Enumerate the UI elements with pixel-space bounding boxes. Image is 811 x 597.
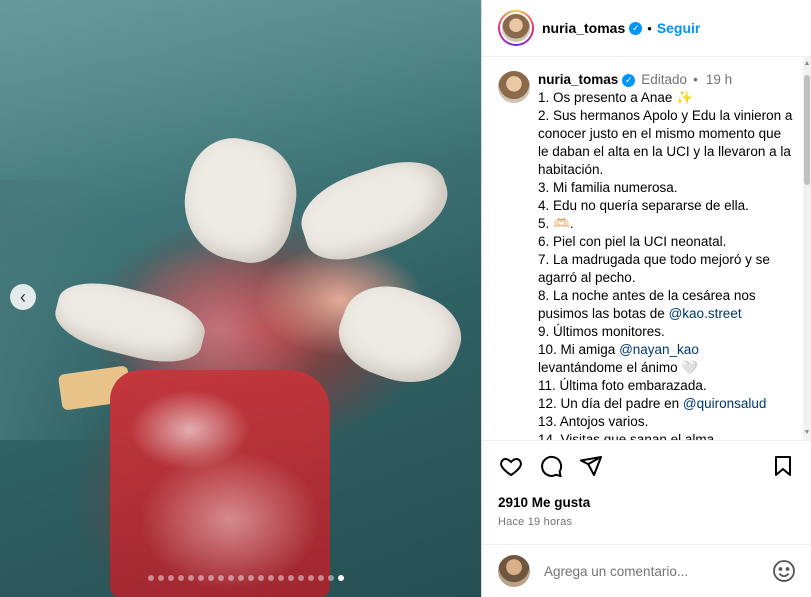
caption-meta: nuria_tomas ✓ Editado • 19 h — [538, 71, 795, 89]
caption-scroll-area[interactable]: nuria_tomas ✓ Editado • 19 h 1. Os prese… — [482, 57, 811, 440]
caption-line: 2. Sus hermanos Apolo y Edu la vinieron … — [538, 108, 793, 177]
caption-text: 12. Un día del padre en — [538, 396, 680, 411]
mention-link[interactable]: @nayan_kao — [619, 342, 699, 357]
caption-line: 4. Edu no quería separarse de ella. — [538, 198, 749, 213]
scrollbar-thumb[interactable] — [804, 75, 810, 185]
carousel-indicator — [0, 575, 481, 581]
media-glove — [328, 272, 472, 398]
carousel-dot — [207, 575, 214, 581]
carousel-dot — [287, 575, 294, 581]
carousel-dot — [237, 575, 244, 581]
carousel-dot — [277, 575, 284, 581]
caption-line: 6. Piel con piel la UCI neonatal. — [538, 234, 727, 249]
mention-link[interactable]: @quironsalud — [683, 396, 767, 411]
caption-line: 3. Mi familia numerosa. — [538, 180, 678, 195]
carousel-dot — [217, 575, 224, 581]
post-actions: 2910 Me gusta Hace 19 horas — [482, 440, 811, 544]
current-user-avatar — [498, 555, 530, 587]
caption-line: 14. Visitas que sanan el alma. — [538, 432, 718, 440]
carousel-dot — [157, 575, 164, 581]
header-separator: • — [647, 20, 652, 36]
carousel-dot — [297, 575, 304, 581]
caption-line: 10. Mi amiga @nayan_kao — [538, 341, 795, 359]
caption-line: 13. Antojos varios. — [538, 414, 649, 429]
caption: nuria_tomas ✓ Editado • 19 h 1. Os prese… — [498, 71, 795, 440]
comment-icon[interactable] — [538, 453, 564, 479]
post-time: Hace 19 horas — [498, 516, 573, 528]
carousel-dot — [337, 575, 344, 581]
caption-line: 7. La madrugada que todo mejoró y se aga… — [538, 252, 770, 285]
caption-username[interactable]: nuria_tomas — [538, 71, 618, 89]
chevron-left-icon: ‹ — [20, 287, 26, 307]
caption-text: 10. Mi amiga — [538, 342, 616, 357]
carousel-dot — [177, 575, 184, 581]
caption-scrollbar[interactable]: ▲ ▼ — [803, 57, 811, 440]
carousel-dot — [317, 575, 324, 581]
post-dialog: ‹ nuria_tomas ✓ • Seguir nuria_tomas ✓ E… — [0, 0, 811, 597]
caption-line: 5. 🫶🏻. — [538, 216, 574, 231]
caption-line: 8. La noche antes de la cesárea nos pusi… — [538, 287, 795, 323]
scroll-down-arrow-icon[interactable]: ▼ — [803, 428, 811, 438]
verified-icon: ✓ — [629, 21, 643, 35]
avatar[interactable] — [500, 12, 532, 44]
carousel-dot — [167, 575, 174, 581]
carousel-dot — [307, 575, 314, 581]
caption-line: 12. Un día del padre en @quironsalud — [538, 395, 795, 413]
caption-line: 11. Última foto embarazada. — [538, 378, 707, 393]
story-ring[interactable] — [498, 10, 534, 46]
post-media[interactable]: ‹ — [0, 0, 481, 597]
scroll-up-arrow-icon[interactable]: ▲ — [803, 59, 811, 69]
action-row — [498, 453, 796, 479]
caption-body: nuria_tomas ✓ Editado • 19 h 1. Os prese… — [538, 71, 795, 440]
emoji-icon[interactable] — [772, 559, 796, 583]
carousel-dot — [267, 575, 274, 581]
caption-line: levantándome el ánimo 🤍 — [538, 360, 699, 375]
follow-button[interactable]: Seguir — [657, 20, 701, 36]
header-username[interactable]: nuria_tomas — [542, 20, 625, 36]
save-icon[interactable] — [770, 453, 796, 479]
caption-age: 19 h — [705, 72, 733, 87]
heart-icon[interactable] — [498, 453, 524, 479]
verified-icon: ✓ — [622, 73, 636, 87]
meta-separator: • — [693, 72, 698, 87]
comment-input[interactable] — [542, 562, 772, 580]
carousel-dot — [327, 575, 334, 581]
comment-bar — [482, 544, 811, 597]
carousel-dot — [257, 575, 264, 581]
caption-avatar[interactable] — [498, 71, 530, 103]
carousel-dot — [197, 575, 204, 581]
media-cloth — [110, 370, 330, 597]
carousel-dot — [227, 575, 234, 581]
previous-slide-button[interactable]: ‹ — [10, 284, 36, 310]
likes-count[interactable]: 2910 Me gusta — [498, 495, 796, 510]
edited-label: Editado — [641, 72, 688, 87]
mention-link[interactable]: @kao.street — [669, 306, 742, 321]
post-header: nuria_tomas ✓ • Seguir — [482, 0, 811, 57]
caption-line: 9. Últimos monitores. — [538, 324, 665, 339]
carousel-dot — [187, 575, 194, 581]
post-panel: nuria_tomas ✓ • Seguir nuria_tomas ✓ Edi… — [481, 0, 811, 597]
carousel-dot — [247, 575, 254, 581]
caption-line: 1. Os presento a Anae ✨ — [538, 90, 693, 105]
share-icon[interactable] — [578, 453, 604, 479]
carousel-dot — [147, 575, 154, 581]
